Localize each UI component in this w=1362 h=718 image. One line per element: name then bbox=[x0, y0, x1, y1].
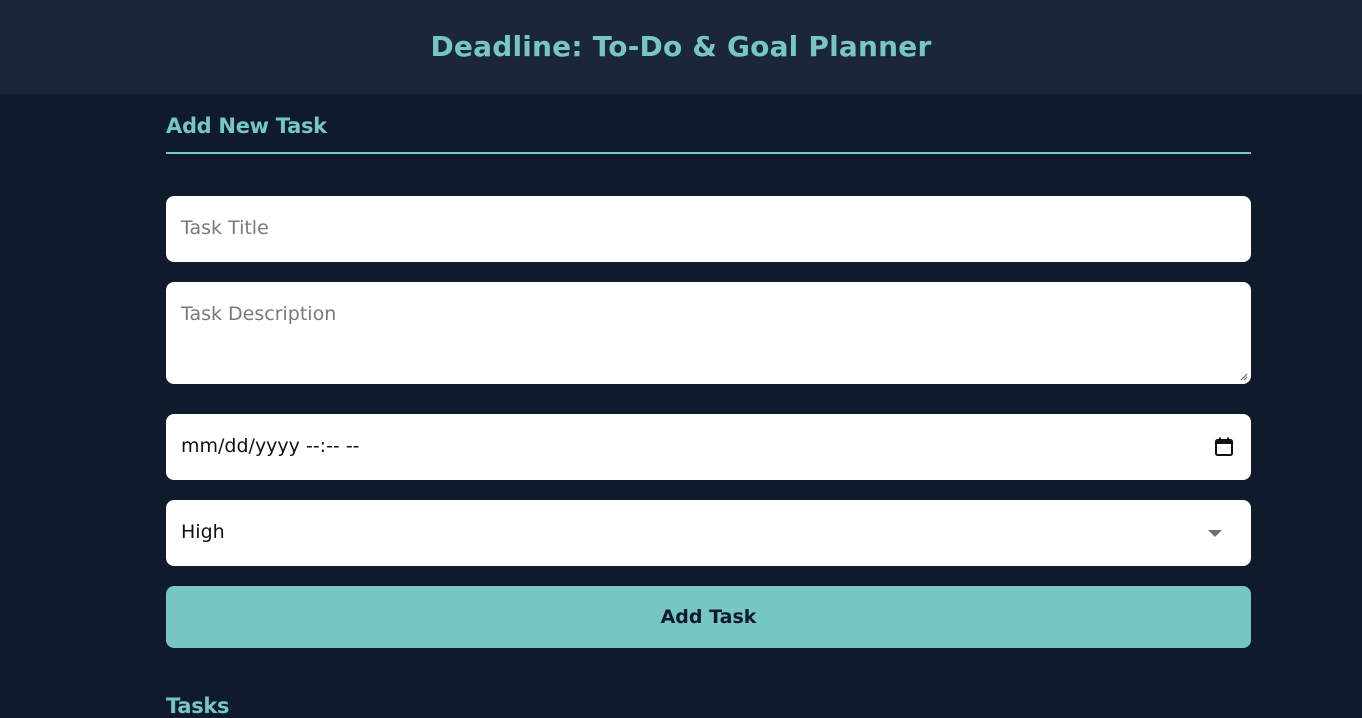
task-description-placeholder: Task Description bbox=[181, 303, 337, 325]
task-title-placeholder: Task Title bbox=[181, 217, 269, 239]
chevron-down-icon[interactable] bbox=[1208, 530, 1222, 537]
due-date-input[interactable]: mm/dd/yyyy --:-- -- bbox=[166, 414, 1251, 480]
due-date-display: mm/dd/yyyy --:-- -- bbox=[181, 435, 360, 457]
section-divider bbox=[166, 152, 1251, 154]
app-header: Deadline: To-Do & Goal Planner bbox=[0, 0, 1362, 94]
task-description-textarea[interactable]: Task Description bbox=[166, 282, 1251, 384]
task-title-input[interactable]: Task Title bbox=[166, 196, 1251, 262]
priority-selected-value: High bbox=[181, 521, 225, 543]
add-task-heading: Add New Task bbox=[166, 114, 327, 138]
tasks-heading: Tasks bbox=[166, 694, 230, 718]
add-task-button[interactable]: Add Task bbox=[166, 586, 1251, 648]
calendar-icon[interactable] bbox=[1215, 437, 1233, 456]
app-title: Deadline: To-Do & Goal Planner bbox=[430, 29, 932, 63]
priority-select[interactable]: High bbox=[166, 500, 1251, 566]
resize-handle-icon[interactable] bbox=[1239, 372, 1248, 381]
